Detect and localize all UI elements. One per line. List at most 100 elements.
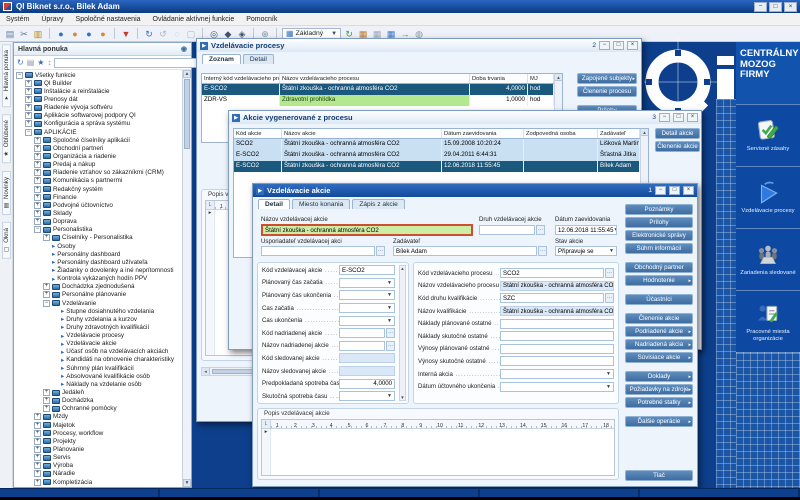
tree-item[interactable]: +Kompletizácia — [14, 478, 182, 486]
tree-expander-icon[interactable]: + — [34, 454, 41, 461]
action-button[interactable]: Požiadavky na zdroje▸ — [625, 384, 693, 395]
tree-expander-icon[interactable]: + — [34, 430, 41, 437]
tree-item[interactable]: ▸Absolvované kvalifikácie osôb — [14, 372, 182, 380]
nav-last-icon[interactable]: ● — [97, 28, 109, 40]
tab-detail[interactable]: Detail — [258, 199, 290, 209]
state-combo[interactable]: Připravuje se▼ — [555, 246, 617, 256]
tree-expander-icon[interactable]: + — [43, 397, 50, 404]
list-icon[interactable]: ▤ — [27, 58, 35, 68]
close-button[interactable]: × — [687, 113, 698, 122]
maximize-button[interactable]: □ — [673, 113, 684, 122]
column-header[interactable]: MJ — [528, 74, 554, 83]
tree-item[interactable]: +Mzdy — [14, 413, 182, 421]
tree-item[interactable]: +Sklady — [14, 209, 182, 217]
tree-item[interactable]: ▸Náklady na vzdelanie osôb — [14, 380, 182, 388]
organizer-input[interactable] — [261, 246, 375, 256]
tree-expander-icon[interactable]: + — [43, 283, 50, 290]
side-tab-main-menu[interactable]: ▸Hlavná ponuka — [2, 44, 11, 107]
menu-edit[interactable]: Úpravy — [41, 16, 63, 23]
close-button[interactable]: × — [784, 2, 797, 12]
column-header[interactable]: Kód akcie — [234, 129, 282, 138]
print-button[interactable]: Tlač — [625, 470, 693, 481]
tree-expander-icon[interactable]: + — [34, 137, 41, 144]
tree-item[interactable]: ▸Účasť osôb na vzdelávacích akciách — [14, 348, 182, 356]
column-header[interactable]: Zadávateľ — [598, 129, 640, 138]
tree-item[interactable]: +Plánovanie — [14, 445, 182, 453]
shortcut-service[interactable]: Servisné zásahy — [736, 104, 800, 166]
minimize-button[interactable]: − — [599, 41, 610, 50]
table-row[interactable]: SCO2Štátní zkouška - ochranná atmosféra … — [234, 139, 640, 150]
action-button[interactable]: Doklady▸ — [625, 371, 693, 382]
field-combo[interactable]: ▼ — [500, 382, 614, 392]
tree-item[interactable]: ▸Kontrola vykázaných hodín PPV — [14, 275, 182, 283]
tree-item[interactable]: +Konfigurácia a správa systému — [14, 120, 182, 128]
tree-expander-icon[interactable]: + — [25, 120, 32, 127]
tree-item[interactable]: +Redakčný systém — [14, 185, 182, 193]
requester-input[interactable]: Bílek Adam — [393, 246, 537, 256]
ruler-corner[interactable]: L — [206, 201, 215, 209]
refresh-icon[interactable]: ↻ — [143, 28, 155, 40]
tab-zapis-z-akcie[interactable]: Zápis z akcie — [352, 199, 404, 209]
side-tab-news[interactable]: ▤Novinky — [2, 171, 11, 215]
tree-item[interactable]: ▸Kandidáti na obnovenie charakteristiky — [14, 356, 182, 364]
action-button[interactable]: Hodnotenie▸ — [625, 275, 693, 286]
tree-expander-icon[interactable]: + — [34, 169, 41, 176]
tree-item[interactable]: +Financie — [14, 193, 182, 201]
ruler-corner[interactable]: L — [262, 420, 271, 428]
tree-expander-icon[interactable]: + — [25, 104, 32, 111]
action-name-input[interactable]: Štátní zkouška - ochranná atmosféra CO2 — [261, 224, 473, 236]
action-button[interactable]: Súvisiace akcie▸ — [625, 352, 693, 363]
tree-expander-icon[interactable]: + — [34, 145, 41, 152]
close-button[interactable]: × — [683, 186, 694, 195]
tree-expander-icon[interactable]: + — [43, 405, 50, 412]
tree-item[interactable]: +Komunikácia s partnermi — [14, 177, 182, 185]
tree-item[interactable]: +Aplikácie softwarovej podpory QI — [14, 112, 182, 120]
paste-icon[interactable]: ▥ — [32, 28, 44, 40]
field-input[interactable]: SCO2 — [500, 268, 604, 278]
tree-item[interactable]: −APLIKÁCIE — [14, 128, 182, 136]
tree-item[interactable]: +Procesy, workflow — [14, 429, 182, 437]
tree-expander-icon[interactable]: − — [16, 72, 23, 79]
action-button[interactable]: Poznámky — [625, 204, 693, 215]
window-titlebar[interactable]: ▶ Vzdelávacie akcie 1 − □ × — [253, 184, 697, 197]
column-header[interactable]: Názov vzdelávacieho procesu — [280, 74, 470, 83]
scroll-up-icon[interactable]: ▲ — [400, 266, 405, 271]
shortcut-workplaces[interactable]: Pracovné miesta organizácie — [736, 290, 800, 352]
tree-item[interactable]: −Vzdelávanie — [14, 299, 182, 307]
window-titlebar[interactable]: ▶ Akcie vygenerované z procesu 3 − □ × — [229, 111, 701, 124]
tree-item[interactable]: ▸Osoby — [14, 242, 182, 250]
cut-icon[interactable]: ✂ — [18, 28, 30, 40]
tree-item[interactable]: +Organizácia a riadenie — [14, 152, 182, 160]
tab-miesto-konania[interactable]: Miesto konania — [292, 199, 350, 209]
ellipsis-button[interactable]: ⋯ — [605, 293, 614, 303]
field-combo[interactable]: ▼ — [339, 391, 395, 401]
table-row[interactable]: E-SCO2Štátní zkouška - ochranná atmosfér… — [202, 84, 554, 95]
tree-expander-icon[interactable]: + — [34, 210, 41, 217]
action-button[interactable]: Obchodný partner — [625, 262, 693, 273]
tree-expander-icon[interactable]: − — [25, 129, 32, 136]
shortcut-monitored-assignments[interactable]: Zariadenia sledované — [736, 228, 800, 290]
ellipsis-button[interactable]: ⋯ — [376, 246, 385, 256]
tree-expander-icon[interactable]: + — [34, 153, 41, 160]
tree-item[interactable]: ▸Druhy vzdelania a kurzov — [14, 315, 182, 323]
close-button[interactable]: × — [627, 41, 638, 50]
pin-icon[interactable]: ▼ — [120, 28, 132, 40]
nav-first-icon[interactable]: ● — [55, 28, 67, 40]
tree-item[interactable]: +QI Builder — [14, 79, 182, 87]
tree-item[interactable]: +Riadenie vývoja softvéru — [14, 104, 182, 112]
tree-item[interactable]: ▸Stupne dosiahnutého vzdelania — [14, 307, 182, 315]
tree-item[interactable]: ▸Personálny dashboard — [14, 250, 182, 258]
tree-expander-icon[interactable]: + — [34, 422, 41, 429]
tree-expander-icon[interactable]: + — [43, 389, 50, 396]
scroll-down-icon[interactable]: ▼ — [183, 479, 191, 487]
action-button[interactable]: Ďalšie operácie▸ — [625, 416, 693, 427]
action-button[interactable]: Zapojené subjekty▸ — [577, 73, 637, 84]
tree-item[interactable]: ▸Súhrnný plán kvalifikácií — [14, 364, 182, 372]
action-button[interactable]: Detail akcie — [655, 128, 700, 139]
minimize-button[interactable]: − — [754, 2, 767, 12]
tree-item[interactable]: ▸Vzdelávacie akcie — [14, 340, 182, 348]
nav-prev-icon[interactable]: ● — [69, 28, 81, 40]
field-combo[interactable]: ▼ — [339, 290, 395, 300]
tree-item[interactable]: +Výroba — [14, 462, 182, 470]
tree-expander-icon[interactable]: + — [34, 413, 41, 420]
